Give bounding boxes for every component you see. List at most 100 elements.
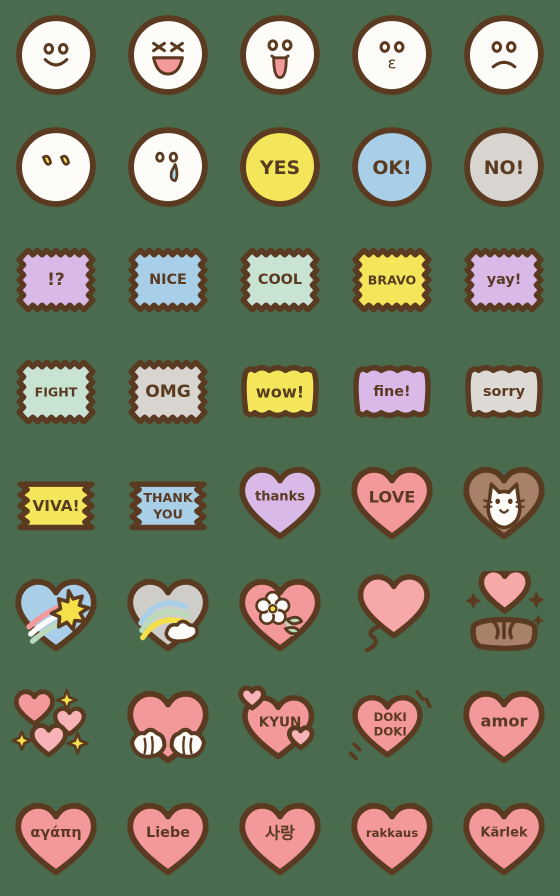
emoji-art-face-cry (128, 127, 208, 207)
emoji-art-burst-bravo: BRAVO (352, 247, 432, 313)
svg-text:KYUN: KYUN (259, 715, 302, 731)
emoji-art-tag-sorry: sorry (465, 365, 543, 419)
svg-text:Liebe: Liebe (146, 825, 190, 841)
emoji-art-bubble-no: NO! (464, 127, 544, 207)
emoji-face-sad[interactable] (448, 0, 560, 112)
emoji-burst-interrobang[interactable]: !? (0, 224, 112, 336)
svg-text:NO!: NO! (484, 157, 524, 179)
emoji-face-cry[interactable] (112, 112, 224, 224)
emoji-art-heart-thanks: thanks (239, 466, 321, 540)
svg-text:ɛ: ɛ (388, 54, 397, 73)
svg-text:fine!: fine! (373, 384, 410, 400)
emoji-heart-agapi[interactable]: αγάπη (0, 784, 112, 896)
emoji-art-hearts-sparkle (11, 688, 89, 758)
emoji-sticker-grid: ɛ YES OK! NO!!? NICE COOL BRAVO yay! FIGHT OMG wow… (0, 0, 560, 896)
emoji-art-heart-sarang: 사랑 (239, 802, 321, 876)
emoji-burst-bravo[interactable]: BRAVO (336, 224, 448, 336)
emoji-face-sparkle-eyes[interactable] (0, 112, 112, 224)
emoji-art-burst-cool: COOL (240, 247, 320, 313)
svg-text:VIVA!: VIVA! (32, 497, 79, 515)
emoji-art-ribbon-viva: VIVA! (17, 481, 95, 531)
emoji-heart-karlek[interactable]: Kärlek (448, 784, 560, 896)
svg-text:rakkaus: rakkaus (366, 826, 418, 840)
emoji-ribbon-viva[interactable]: VIVA! (0, 448, 112, 560)
emoji-art-heart-balloon (357, 574, 430, 653)
svg-text:BRAVO: BRAVO (368, 273, 417, 288)
emoji-art-burst-nice: NICE (128, 247, 208, 313)
emoji-art-heart-karlek: Kärlek (463, 802, 545, 876)
emoji-heart-love[interactable]: LOVE (336, 448, 448, 560)
emoji-art-heart-agapi: αγάπη (15, 802, 97, 876)
emoji-heart-cat[interactable] (448, 448, 560, 560)
emoji-art-burst-yay: yay! (464, 247, 544, 313)
emoji-ribbon-thankyou[interactable]: THANK YOU (112, 448, 224, 560)
emoji-art-heart-cat (463, 466, 545, 540)
svg-text:Kärlek: Kärlek (480, 825, 528, 840)
emoji-burst-yay[interactable]: yay! (448, 224, 560, 336)
svg-text:사랑: 사랑 (265, 823, 295, 842)
emoji-heart-rakkaus[interactable]: rakkaus (336, 784, 448, 896)
emoji-face-kiss[interactable]: ɛ (336, 0, 448, 112)
emoji-art-heart-rainbow (127, 578, 209, 652)
svg-text:αγάπη: αγάπη (30, 825, 81, 841)
emoji-heart-rainbow[interactable] (112, 560, 224, 672)
emoji-art-face-kiss: ɛ (352, 15, 432, 95)
emoji-heart-liebe[interactable]: Liebe (112, 784, 224, 896)
emoji-heart-sarang[interactable]: 사랑 (224, 784, 336, 896)
emoji-tag-sorry[interactable]: sorry (448, 336, 560, 448)
emoji-art-tag-fine: fine! (353, 365, 431, 419)
emoji-heart-kyun[interactable]: KYUN (224, 672, 336, 784)
emoji-bubble-no[interactable]: NO! (448, 112, 560, 224)
emoji-art-bubble-yes: YES (240, 127, 320, 207)
emoji-burst-omg[interactable]: OMG (112, 336, 224, 448)
emoji-art-burst-omg: OMG (128, 359, 208, 425)
emoji-heart-shootingstar[interactable] (0, 560, 112, 672)
emoji-tag-fine[interactable]: fine! (336, 336, 448, 448)
emoji-face-laugh[interactable] (112, 0, 224, 112)
svg-text:FIGHT: FIGHT (35, 385, 78, 400)
emoji-burst-fight[interactable]: FIGHT (0, 336, 112, 448)
emoji-art-bubble-ok: OK! (352, 127, 432, 207)
emoji-heart-thanks[interactable]: thanks (224, 448, 336, 560)
emoji-art-face-smile (16, 15, 96, 95)
svg-text:sorry: sorry (483, 384, 526, 400)
emoji-art-tag-wow: wow! (241, 365, 319, 419)
emoji-bubble-ok[interactable]: OK! (336, 112, 448, 224)
svg-text:yay!: yay! (487, 272, 522, 288)
svg-text:thanks: thanks (255, 489, 305, 504)
emoji-art-face-sad (464, 15, 544, 95)
svg-text:LOVE: LOVE (369, 487, 416, 506)
emoji-face-tongue[interactable] (224, 0, 336, 112)
svg-text:OK!: OK! (372, 157, 411, 179)
svg-text:YOU: YOU (152, 506, 183, 521)
svg-text:!?: !? (47, 270, 65, 290)
emoji-heart-gift[interactable] (448, 560, 560, 672)
emoji-tag-wow[interactable]: wow! (224, 336, 336, 448)
svg-text:OMG: OMG (145, 382, 191, 402)
svg-text:amor: amor (481, 711, 528, 730)
svg-text:DOKI: DOKI (374, 725, 407, 739)
emoji-art-face-laugh (128, 15, 208, 95)
emoji-burst-nice[interactable]: NICE (112, 224, 224, 336)
emoji-art-heart-hands (127, 690, 209, 764)
emoji-art-heart-kyun: KYUN (238, 685, 315, 760)
emoji-art-ribbon-thankyou: THANKYOU (129, 481, 207, 531)
emoji-hearts-sparkle[interactable] (0, 672, 112, 784)
emoji-art-face-sparkle-eyes (16, 127, 96, 207)
svg-text:COOL: COOL (258, 272, 302, 288)
svg-text:THANK: THANK (143, 490, 193, 505)
svg-text:YES: YES (259, 157, 300, 179)
emoji-burst-cool[interactable]: COOL (224, 224, 336, 336)
emoji-face-smile[interactable] (0, 0, 112, 112)
emoji-heart-doki[interactable]: DOKI DOKI (336, 672, 448, 784)
emoji-heart-hands[interactable] (112, 672, 224, 784)
emoji-heart-amor[interactable]: amor (448, 672, 560, 784)
emoji-heart-balloon[interactable] (336, 560, 448, 672)
emoji-art-heart-amor: amor (463, 690, 545, 764)
emoji-art-face-tongue (240, 15, 320, 95)
emoji-art-heart-shootingstar (15, 578, 97, 652)
emoji-art-heart-flower (239, 578, 321, 652)
emoji-art-heart-doki: DOKIDOKI (348, 690, 432, 761)
emoji-bubble-yes[interactable]: YES (224, 112, 336, 224)
emoji-heart-flower[interactable] (224, 560, 336, 672)
